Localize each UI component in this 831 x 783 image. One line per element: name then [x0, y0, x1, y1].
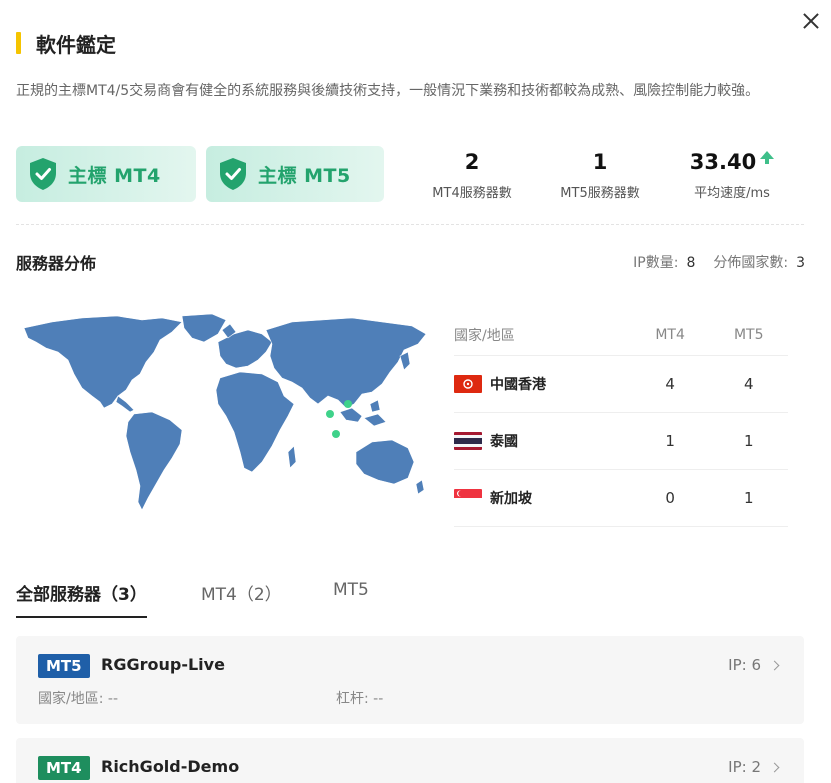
country-table: 國家/地區 MT4 MT5 中國香港 4 4 泰國 1 1 新加坡 0 1 [454, 314, 788, 527]
title-accent-bar [16, 32, 21, 54]
server-card[interactable]: MT5 RGGroup-Live IP: 6 國家/地區: -- 杠杆: -- [16, 636, 804, 724]
stat-mt5-servers: 1 MT5服務器數 [540, 148, 660, 201]
badge-label: 主標 MT4 [68, 164, 161, 187]
country-name: 泰國 [490, 434, 518, 450]
mt5-count: 4 [743, 375, 754, 393]
map-north-america [23, 315, 183, 409]
table-row: 泰國 1 1 [454, 413, 788, 470]
section-divider [16, 224, 804, 225]
mt5-count: 1 [743, 432, 754, 450]
marker-thailand [326, 410, 334, 418]
thailand-flag-icon [454, 432, 482, 450]
chevron-right-icon [769, 660, 780, 671]
table-row: 新加坡 0 1 [454, 470, 788, 527]
leverage-value: -- [373, 691, 384, 707]
country-value: -- [107, 691, 118, 707]
stat-label: MT4服務器數 [432, 186, 512, 201]
col-header-country: 國家/地區 [454, 327, 515, 344]
col-header-mt5: MT5 [733, 326, 764, 343]
page-title: 軟件鑑定 [36, 33, 116, 57]
server-leverage: 杠杆: -- [336, 688, 383, 708]
distribution-title: 服務器分佈 [16, 254, 97, 273]
mt4-count: 4 [665, 375, 675, 393]
page-description: 正規的主標MT4/5交易商會有健全的系統服務與後續技術支持，一般情況下業務和技術… [16, 83, 760, 99]
badge-main-mt4: 主標 MT4 [16, 146, 196, 202]
server-card[interactable]: MT4 RichGold-Demo IP: 2 [16, 738, 804, 783]
server-name: RGGroup-Live [101, 655, 225, 674]
stat-value: 2 [464, 150, 480, 174]
col-header-mt4: MT4 [655, 326, 685, 343]
stat-value: 33.40 [689, 150, 757, 174]
shield-check-icon [30, 158, 56, 190]
country-name: 中國香港 [490, 377, 546, 393]
server-tabs: 全部服務器（3） MT4（2） MT5 [16, 580, 804, 618]
hong-kong-flag-icon [454, 375, 482, 393]
ip-label: IP: [728, 758, 747, 776]
table-row: 中國香港 4 4 [454, 356, 788, 413]
ip-count-value: 8 [686, 255, 696, 271]
ip-label: IP: [728, 656, 747, 674]
shield-check-icon [220, 158, 246, 190]
badge-main-mt5: 主標 MT5 [206, 146, 384, 202]
country-table-header: 國家/地區 MT4 MT5 [454, 314, 788, 356]
map-greenland [181, 313, 227, 343]
map-south-america [125, 411, 183, 511]
tab-mt5[interactable]: MT5 [333, 580, 369, 618]
ip-count-label: IP數量: [633, 255, 679, 271]
marker-singapore [332, 430, 340, 438]
singapore-flag-icon [454, 489, 482, 507]
stat-label: MT5服務器數 [560, 186, 640, 201]
server-name: RichGold-Demo [101, 757, 240, 776]
country-label: 國家/地區: [38, 691, 104, 707]
tab-all-servers[interactable]: 全部服務器（3） [16, 580, 147, 618]
distribution-meta: IP數量: 8 分佈國家數: 3 [633, 252, 805, 272]
country-count-label: 分佈國家數: [713, 255, 789, 271]
stat-label: 平均速度/ms [694, 186, 770, 201]
arrow-up-icon [760, 151, 775, 164]
stat-avg-speed: 33.40 平均速度/ms [672, 148, 792, 201]
platform-tag: MT4 [38, 756, 90, 780]
mt4-count: 0 [665, 489, 675, 507]
server-ip[interactable]: IP: 2 [728, 758, 780, 776]
badge-label: 主標 MT5 [258, 164, 351, 187]
world-map [23, 313, 427, 511]
ip-value: 6 [751, 656, 761, 674]
map-africa [215, 371, 295, 473]
leverage-label: 杠杆: [336, 691, 369, 707]
tab-mt4[interactable]: MT4（2） [201, 580, 282, 618]
server-country: 國家/地區: -- [38, 688, 118, 708]
chevron-right-icon [769, 762, 780, 773]
country-name: 新加坡 [490, 491, 532, 507]
mt4-count: 1 [665, 432, 675, 450]
map-australia [355, 439, 415, 485]
platform-tag: MT5 [38, 654, 90, 678]
country-count-value: 3 [796, 255, 805, 271]
stat-value: 1 [592, 150, 608, 174]
server-ip[interactable]: IP: 6 [728, 656, 780, 674]
marker-hong-kong [344, 400, 352, 408]
close-button[interactable] [800, 10, 822, 32]
ip-value: 2 [751, 758, 761, 776]
stat-mt4-servers: 2 MT4服務器數 [412, 148, 532, 201]
mt5-count: 1 [743, 489, 754, 507]
